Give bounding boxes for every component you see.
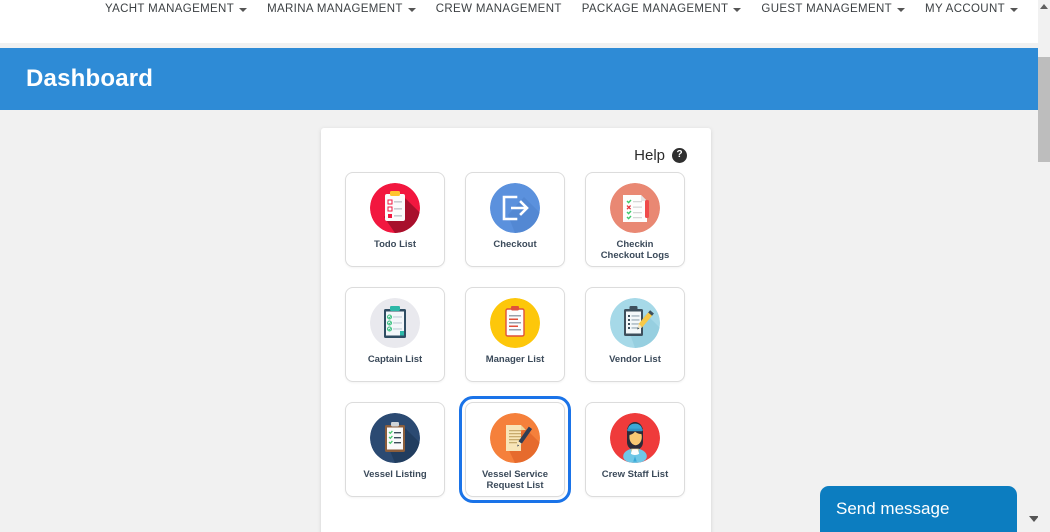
- manager-list-clipboard-icon: [490, 298, 540, 348]
- tile-vendor-list[interactable]: Vendor List: [585, 287, 685, 382]
- top-navigation-bar: YACHT MANAGEMENT MARINA MANAGEMENT CREW MA…: [0, 0, 1038, 43]
- nav-item-label: YACHT MANAGEMENT: [104, 3, 235, 15]
- tile-label: Vendor List: [609, 354, 661, 365]
- tile-checkout[interactable]: Checkout: [465, 172, 565, 267]
- content-area: Help ? Todo List Checkout Checkin Checkout …: [0, 110, 1039, 532]
- nav-item-label: PACKAGE MANAGEMENT: [581, 3, 729, 15]
- chevron-down-icon[interactable]: [1010, 8, 1018, 12]
- tile-label: Manager List: [485, 354, 545, 365]
- nav-marina-management[interactable]: MARINA MANAGEMENT: [257, 1, 426, 17]
- tile-todo-list[interactable]: Todo List: [345, 172, 445, 267]
- nav-package-management[interactable]: PACKAGE MANAGEMENT: [572, 1, 752, 17]
- tile-vessel-listing[interactable]: Vessel Listing: [345, 402, 445, 497]
- nav-item-label: MARINA MANAGEMENT: [267, 3, 403, 15]
- nav-guest-management[interactable]: GUEST MANAGEMENT: [751, 1, 915, 17]
- tile-label: Captain List: [367, 354, 423, 365]
- dashboard-page: YACHT MANAGEMENT MARINA MANAGEMENT CREW MA…: [0, 0, 1050, 532]
- nav-item-label: MY ACCOUNT: [925, 3, 1005, 15]
- page-banner: Dashboard: [0, 48, 1038, 110]
- chevron-down-icon[interactable]: [733, 8, 742, 12]
- tile-label: Vessel Service Request List: [481, 469, 549, 491]
- captain-list-clipboard-icon: [370, 298, 420, 348]
- nav-items: YACHT MANAGEMENT MARINA MANAGEMENT CREW MA…: [95, 0, 1028, 17]
- todo-list-icon: [370, 183, 420, 233]
- chevron-down-icon[interactable]: [897, 8, 906, 12]
- dashboard-tile-grid: Todo List Checkout Checkin Checkout Logs Cap…: [321, 170, 711, 503]
- tile-captain-list[interactable]: Captain List: [345, 287, 445, 382]
- vessel-service-request-icon: [490, 413, 540, 463]
- tile-crew-staff-list[interactable]: Crew Staff List: [585, 402, 685, 497]
- crew-staff-person-icon: [610, 413, 660, 463]
- tile-label: Todo List: [373, 239, 417, 250]
- tile-label: Crew Staff List: [601, 469, 669, 480]
- tile-vessel-service-request-list[interactable]: Vessel Service Request List: [459, 396, 571, 503]
- tile-checkin-checkout-logs[interactable]: Checkin Checkout Logs: [585, 172, 685, 267]
- chevron-down-icon[interactable]: [239, 8, 248, 12]
- nav-yacht-management[interactable]: YACHT MANAGEMENT: [95, 1, 257, 17]
- nav-item-label: GUEST MANAGEMENT: [761, 3, 893, 15]
- checkin-checkout-logs-icon: [610, 183, 660, 233]
- vessel-listing-clipboard-icon: [370, 413, 420, 463]
- dashboard-card: Help ? Todo List Checkout Checkin Checkout …: [321, 128, 711, 532]
- page-title: Dashboard: [26, 65, 154, 92]
- send-message-label: Send message: [836, 499, 950, 518]
- scroll-up-arrow-icon[interactable]: [1040, 4, 1048, 9]
- nav-my-account[interactable]: MY ACCOUNT: [915, 1, 1028, 17]
- help-row: Help ?: [321, 128, 711, 170]
- help-question-mark-icon[interactable]: ?: [672, 147, 687, 163]
- scrollbar-thumb[interactable]: [1038, 57, 1050, 162]
- tile-label: Checkout: [493, 239, 537, 250]
- vendor-list-clipboard-icon: [610, 298, 660, 348]
- checkout-exit-icon: [490, 183, 540, 233]
- tile-label: Vessel Listing: [363, 469, 427, 480]
- chevron-down-icon[interactable]: [407, 8, 416, 12]
- tile-label: Checkin Checkout Logs: [600, 239, 670, 261]
- help-label: Help: [634, 146, 665, 164]
- send-message-chat-widget[interactable]: Send message: [820, 486, 1039, 532]
- nav-item-label: CREW MANAGEMENT: [435, 3, 562, 15]
- nav-crew-management[interactable]: CREW MANAGEMENT: [426, 1, 572, 17]
- vertical-scrollbar[interactable]: [1038, 0, 1050, 532]
- tile-manager-list[interactable]: Manager List: [465, 287, 565, 382]
